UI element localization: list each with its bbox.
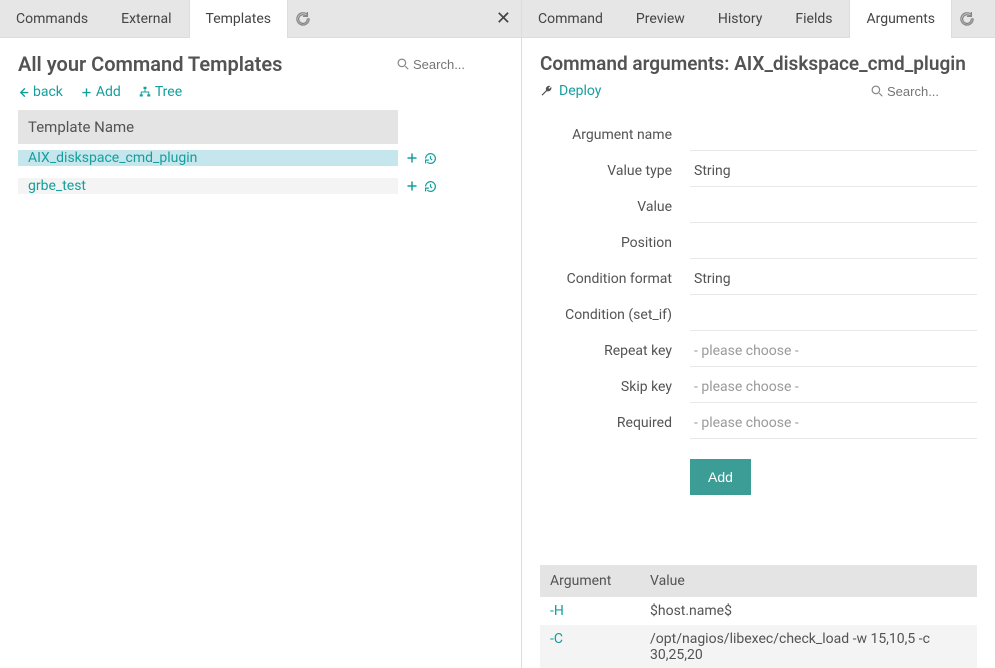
refresh-icon[interactable] — [952, 0, 982, 38]
label-position: Position — [540, 235, 690, 251]
wrench-icon — [540, 83, 553, 99]
select-value-type[interactable]: String — [690, 155, 977, 187]
arg-name[interactable]: -H — [540, 597, 640, 625]
tab-arguments[interactable]: Arguments — [849, 0, 952, 38]
history-icon[interactable] — [424, 178, 437, 194]
label-condition-format: Condition format — [540, 271, 690, 287]
search-input[interactable] — [413, 57, 503, 72]
search-icon — [871, 84, 883, 99]
label-value: Value — [540, 199, 690, 215]
page-title: Command arguments: AIX_diskspace_cmd_plu… — [540, 52, 966, 75]
select-condition-format[interactable]: String — [690, 263, 977, 295]
template-name[interactable]: grbe_test — [18, 178, 398, 194]
search-input[interactable] — [887, 84, 977, 99]
col-value: Value — [640, 565, 977, 597]
args-row[interactable]: -H $host.name$ — [540, 597, 977, 625]
tab-preview[interactable]: Preview — [620, 0, 702, 38]
deploy-label: Deploy — [559, 83, 601, 99]
arg-value: $host.name$ — [640, 597, 977, 625]
plus-icon[interactable] — [406, 178, 418, 194]
refresh-icon[interactable] — [288, 0, 318, 38]
add-link[interactable]: Add — [81, 84, 121, 100]
title-prefix: Command arguments: — [540, 52, 729, 75]
close-icon[interactable]: ✕ — [496, 8, 511, 29]
arg-name[interactable]: -C — [540, 625, 640, 668]
tree-icon — [139, 84, 151, 100]
plus-icon — [81, 84, 92, 100]
arg-value: /opt/nagios/libexec/check_load -w 15,10,… — [640, 625, 977, 668]
search-box[interactable] — [397, 57, 503, 72]
title-name: AIX_diskspace_cmd_plugin — [734, 52, 966, 75]
table-header: Template Name — [18, 110, 398, 144]
label-argument-name: Argument name — [540, 127, 690, 143]
add-button[interactable]: Add — [690, 459, 751, 495]
tab-fields[interactable]: Fields — [779, 0, 849, 38]
arrow-left-icon — [18, 84, 29, 100]
page-title: All your Command Templates — [18, 52, 282, 76]
arguments-form: Argument name Value type String Value Po… — [540, 117, 977, 495]
tab-commands[interactable]: Commands — [0, 0, 105, 38]
plus-icon[interactable] — [406, 150, 418, 166]
tree-link[interactable]: Tree — [139, 84, 182, 100]
tab-history[interactable]: History — [702, 0, 780, 38]
search-box[interactable] — [871, 84, 977, 99]
label-value-type: Value type — [540, 163, 690, 179]
add-label: Add — [96, 84, 121, 100]
tab-command[interactable]: Command — [522, 0, 620, 38]
input-position[interactable] — [690, 227, 977, 259]
args-row[interactable]: -C /opt/nagios/libexec/check_load -w 15,… — [540, 625, 977, 668]
left-tabs-bar: Commands External Templates ✕ — [0, 0, 521, 38]
col-argument: Argument — [540, 565, 640, 597]
table-row[interactable]: grbe_test — [18, 172, 503, 200]
label-condition-setif: Condition (set_if) — [540, 307, 690, 323]
back-link[interactable]: back — [18, 84, 63, 100]
deploy-link[interactable]: Deploy — [540, 83, 601, 99]
select-skip-key[interactable]: - please choose - — [690, 371, 977, 403]
right-tabs-bar: Command Preview History Fields Arguments — [522, 0, 995, 38]
label-skip-key: Skip key — [540, 379, 690, 395]
label-repeat-key: Repeat key — [540, 343, 690, 359]
tab-templates[interactable]: Templates — [189, 0, 289, 38]
tree-label: Tree — [155, 84, 182, 100]
table-row[interactable]: AIX_diskspace_cmd_plugin — [18, 144, 503, 172]
select-repeat-key[interactable]: - please choose - — [690, 335, 977, 367]
toolbar: back Add Tree — [18, 84, 503, 100]
input-argument-name[interactable] — [690, 119, 977, 151]
label-required: Required — [540, 415, 690, 431]
arguments-table: Argument Value -H $host.name$ -C /opt/na… — [540, 565, 977, 668]
input-condition-setif[interactable] — [690, 299, 977, 331]
template-name[interactable]: AIX_diskspace_cmd_plugin — [18, 150, 398, 166]
history-icon[interactable] — [424, 150, 437, 166]
back-label: back — [33, 84, 63, 100]
input-value[interactable] — [690, 191, 977, 223]
tab-external[interactable]: External — [105, 0, 188, 38]
select-required[interactable]: - please choose - — [690, 407, 977, 439]
search-icon — [397, 57, 409, 72]
